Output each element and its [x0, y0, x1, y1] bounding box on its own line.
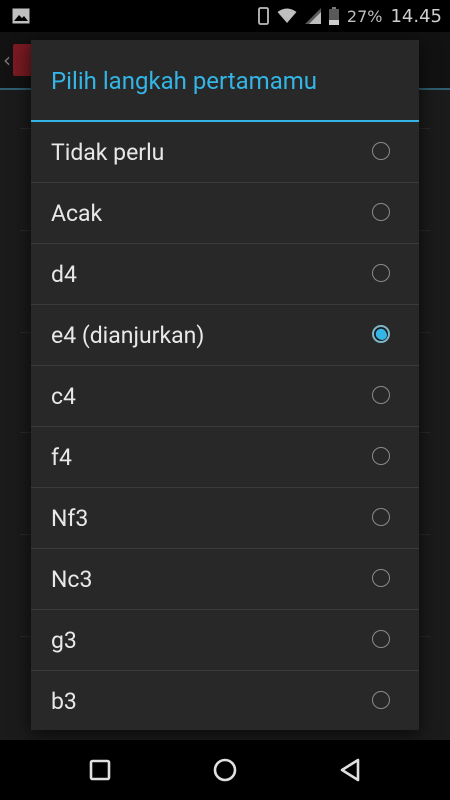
option-label: c4: [51, 383, 76, 410]
image-icon: [12, 8, 30, 24]
option-label: b3: [51, 688, 77, 715]
back-icon[interactable]: [334, 754, 366, 786]
option-label: Tidak perlu: [51, 139, 165, 166]
recents-icon[interactable]: [84, 754, 116, 786]
radio-button[interactable]: [372, 569, 390, 587]
radio-button[interactable]: [372, 508, 390, 526]
option-label: Acak: [51, 200, 103, 227]
option-label: f4: [51, 444, 72, 471]
radio-button[interactable]: [372, 386, 390, 404]
status-bar: 27% 14.45: [0, 0, 450, 32]
clock: 14.45: [390, 5, 442, 27]
radio-button[interactable]: [372, 630, 390, 648]
option-label: d4: [51, 261, 77, 288]
option-label: g3: [51, 627, 77, 654]
radio-button[interactable]: [372, 691, 390, 709]
option-label: e4 (dianjurkan): [51, 322, 205, 349]
options-list: Tidak perlu Acak d4 e4 (dianjurkan) c4 f…: [31, 122, 419, 731]
radio-button[interactable]: [372, 142, 390, 160]
option-label: Nc3: [51, 566, 93, 593]
option-item[interactable]: Nf3: [31, 488, 419, 549]
option-item[interactable]: Acak: [31, 183, 419, 244]
chevron-left-icon: ‹: [3, 48, 11, 72]
option-item[interactable]: c4: [31, 366, 419, 427]
option-item[interactable]: e4 (dianjurkan): [31, 305, 419, 366]
battery-icon: [328, 7, 339, 25]
home-icon[interactable]: [209, 754, 241, 786]
first-move-dialog: Pilih langkah pertamamu Tidak perlu Acak…: [31, 40, 419, 730]
radio-button-selected[interactable]: [372, 325, 390, 343]
battery-percent: 27%: [346, 6, 383, 26]
signal-icon: [304, 8, 321, 24]
option-item[interactable]: f4: [31, 427, 419, 488]
option-item[interactable]: g3: [31, 610, 419, 671]
radio-button[interactable]: [372, 203, 390, 221]
radio-button[interactable]: [372, 264, 390, 282]
radio-button[interactable]: [372, 447, 390, 465]
dialog-title: Pilih langkah pertamamu: [51, 67, 318, 95]
screen: 27% 14.45 ‹ Pilih langkah pertamamu Tida…: [0, 0, 450, 800]
option-item[interactable]: Nc3: [31, 549, 419, 610]
option-item[interactable]: Tidak perlu: [31, 122, 419, 183]
status-icons: 27% 14.45: [258, 0, 450, 32]
navigation-bar: [0, 740, 450, 800]
wifi-icon: [277, 8, 297, 23]
option-label: Nf3: [51, 505, 89, 532]
option-item[interactable]: b3: [31, 671, 419, 731]
phone-icon: [258, 7, 269, 25]
option-item[interactable]: d4: [31, 244, 419, 305]
